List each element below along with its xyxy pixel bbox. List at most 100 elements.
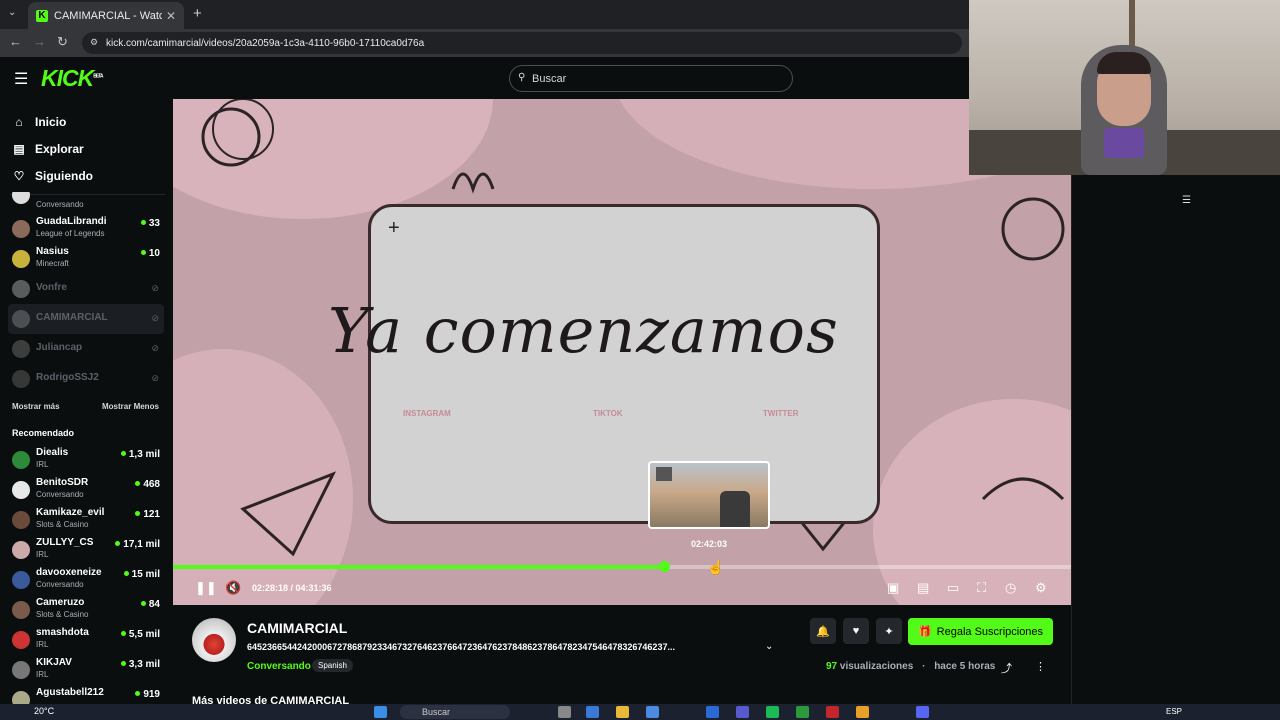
channel-category: IRL	[36, 460, 49, 469]
chevron-down-icon[interactable]: ⌄	[765, 641, 773, 652]
nav-label: Inicio	[35, 115, 67, 129]
task-view-icon[interactable]	[558, 706, 571, 718]
netflix-icon[interactable]	[826, 706, 839, 718]
following-item[interactable]: Vonfre ⊘	[8, 274, 164, 304]
follow-button[interactable]: ♥	[843, 618, 869, 644]
sidebar: ⌂ Inicio ▤ Explorar ♡ Siguiendo Conversando…	[0, 100, 170, 720]
speed-icon[interactable]: ◷	[1005, 580, 1016, 596]
teams-icon[interactable]	[736, 706, 749, 718]
avatar	[12, 192, 30, 204]
heart-icon: ♡	[13, 169, 25, 183]
pause-icon[interactable]: ❚❚	[195, 580, 217, 596]
video-title: 6452366544242000672786879233467327646237…	[247, 642, 675, 652]
channel-name: GuadaLibrandi	[36, 216, 107, 227]
windows-start-icon[interactable]	[374, 706, 387, 718]
channel-name[interactable]: CAMIMARCIAL	[247, 620, 347, 636]
url-field[interactable]: ⚙ kick.com/camimarcial/videos/20a2059a-1…	[82, 32, 962, 54]
reload-icon[interactable]: ↻	[57, 34, 68, 50]
channel-name: Vonfre	[36, 282, 67, 293]
channel-name: davooxeneize	[36, 567, 102, 578]
theater-mode-icon[interactable]: ▭	[947, 580, 959, 596]
forward-icon[interactable]: →	[33, 34, 46, 49]
edge-icon[interactable]	[586, 706, 599, 718]
recommended-item[interactable]: davooxeneize Conversando 15 mil	[8, 565, 164, 595]
channel-avatar[interactable]	[192, 618, 236, 662]
sparkle-button[interactable]: ✦	[876, 618, 902, 644]
show-more-link[interactable]: Mostrar más	[12, 402, 60, 411]
recommended-item[interactable]: Diealis IRL 1,3 mil	[8, 445, 164, 475]
offline-icon: ⊘	[151, 373, 159, 383]
channel-name: Diealis	[36, 447, 69, 458]
new-tab-icon[interactable]: +	[193, 5, 202, 22]
file-explorer-icon[interactable]	[616, 706, 629, 718]
viewer-count: 17,1 mil	[115, 539, 160, 550]
mute-icon[interactable]: 🔇	[225, 580, 241, 596]
viewer-count: 1,3 mil	[121, 449, 160, 460]
recommended-item[interactable]: Cameruzo Slots & Casino 84	[8, 595, 164, 625]
fullscreen-icon[interactable]: ⛶	[977, 580, 986, 596]
vscode-icon[interactable]	[706, 706, 719, 718]
spotify-icon[interactable]	[766, 706, 779, 718]
channel-name: Juliancap	[36, 342, 83, 353]
following-item[interactable]: Conversando	[8, 192, 164, 212]
menu-icon[interactable]: ☰	[14, 69, 28, 89]
following-item[interactable]: Juliancap ⊘	[8, 334, 164, 364]
weather-widget[interactable]: 20°C	[34, 706, 54, 716]
close-tab-icon[interactable]: ✕	[166, 9, 176, 23]
nav-siguiendo[interactable]: ♡ Siguiendo	[12, 169, 93, 183]
clip-icon[interactable]: ▤	[917, 580, 929, 596]
recommended-item[interactable]: smashdota IRL 5,5 mil	[8, 625, 164, 655]
recommended-item[interactable]: Agustabell212 919	[8, 685, 164, 705]
back-icon[interactable]: ←	[9, 34, 22, 49]
show-less-link[interactable]: Mostrar Menos	[102, 402, 159, 411]
miniplayer-icon[interactable]: ▣	[887, 580, 899, 596]
views-count: 97	[826, 661, 838, 672]
recommended-item[interactable]: ZULLYY_CS IRL 17,1 mil	[8, 535, 164, 565]
site-info-icon[interactable]: ⚙	[90, 37, 98, 48]
logo-text: KICK	[41, 65, 94, 91]
following-item[interactable]: RodrigoSSJ2 ⊘	[8, 364, 164, 394]
channel-category: IRL	[36, 670, 49, 679]
filter-icon[interactable]: ☰	[1182, 195, 1191, 206]
gift-subscriptions-button[interactable]: 🎁 Regala Suscripciones	[908, 618, 1053, 645]
search-icon: ⚲	[518, 72, 526, 83]
following-item-selected[interactable]: CAMIMARCIAL ⊘	[8, 304, 164, 334]
taskbar-search[interactable]: Buscar	[400, 705, 510, 719]
bell-button[interactable]: 🔔	[810, 618, 836, 644]
category-link[interactable]: Conversando	[247, 661, 311, 672]
xbox-icon[interactable]	[796, 706, 809, 718]
webcam-overlay	[969, 0, 1280, 175]
avatar	[12, 280, 30, 298]
time-display: 02:28:18 / 04:31:36	[252, 583, 332, 593]
nav-explorar[interactable]: ▤ Explorar	[12, 142, 83, 156]
video-player[interactable]: + Ya comenzamos INSTAGRAM TIKTOK TWITTER…	[173, 99, 1071, 605]
sparkle-icon: ✦	[884, 625, 894, 638]
tab-list-icon[interactable]: ⌄	[8, 7, 16, 18]
channel-name: Nasius	[36, 246, 69, 257]
viewer-count: 10	[141, 248, 160, 259]
following-item[interactable]: GuadaLibrandi League of Legends 33	[8, 214, 164, 244]
gift-icon: 🎁	[917, 626, 932, 638]
browser-tab[interactable]: K CAMIMARCIAL - Watch the VO ✕	[28, 2, 184, 29]
recommended-item[interactable]: Kamikaze_evil Slots & Casino 121	[8, 505, 164, 535]
recommended-item[interactable]: KIKJAV IRL 3,3 mil	[8, 655, 164, 685]
share-icon[interactable]: ⤴	[1001, 660, 1012, 676]
taskbar-search-label: Buscar	[422, 707, 451, 717]
progress-fill	[173, 565, 665, 569]
more-options-icon[interactable]: ⋮	[1035, 660, 1046, 673]
settings-gear-icon[interactable]: ⚙	[1035, 580, 1047, 596]
progress-bar[interactable]	[173, 561, 1071, 572]
url-text: kick.com/camimarcial/videos/20a2059a-1c3…	[106, 37, 425, 49]
nav-inicio[interactable]: ⌂ Inicio	[12, 115, 66, 129]
avatar	[12, 340, 30, 358]
search-input[interactable]: ⚲ Buscar	[509, 65, 793, 92]
chrome-icon[interactable]	[856, 706, 869, 718]
language-indicator[interactable]: ESP	[1166, 707, 1182, 716]
recommended-item[interactable]: BenitoSDR Conversando 468	[8, 475, 164, 505]
kick-logo[interactable]: KICKBETA	[41, 65, 104, 92]
following-item[interactable]: Nasius Minecraft 10	[8, 244, 164, 274]
discord-icon[interactable]	[916, 706, 929, 718]
language-badge[interactable]: Spanish	[312, 659, 353, 672]
player-controls: ❚❚ 🔇 02:28:18 / 04:31:36 ▣ ▤ ▭ ⛶ ◷ ⚙	[173, 575, 1071, 605]
store-icon[interactable]	[646, 706, 659, 718]
